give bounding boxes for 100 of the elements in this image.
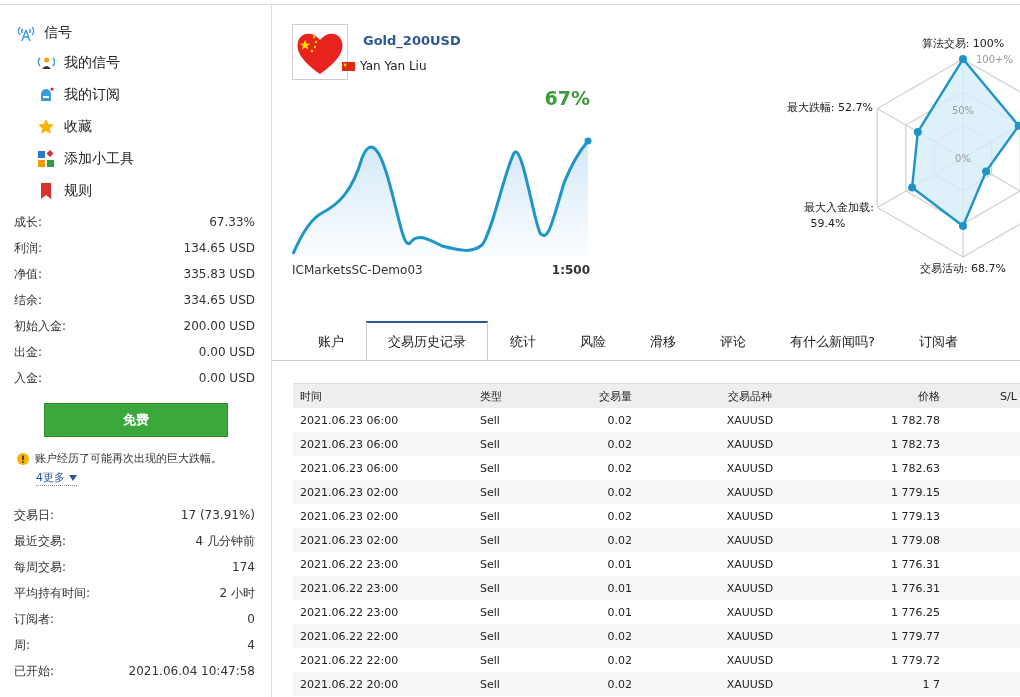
stat-label: 初始入金: — [14, 317, 67, 335]
table-cell: 0.02 — [580, 672, 640, 696]
stat-value: 334.65 USD — [183, 293, 255, 307]
table-cell: 1 779.15 — [860, 480, 948, 504]
table-cell: XAUUSD — [640, 408, 860, 432]
stat-label: 利润: — [14, 239, 43, 257]
table-cell: Sell — [480, 600, 580, 624]
table-cell: 0.02 — [580, 648, 640, 672]
stat-label: 平均持有时间: — [14, 584, 91, 602]
radar-label: 最大入金加载: — [804, 201, 874, 214]
tab[interactable]: 账户 — [296, 321, 366, 361]
table-cell: Sell — [480, 480, 580, 504]
stat-value: 67.33% — [209, 215, 255, 229]
table-cell: 2021.06.23 06:00 — [293, 456, 480, 480]
table-cell: 2021.06.22 22:00 — [293, 624, 480, 648]
author-name: Yan Yan Liu — [360, 59, 427, 73]
stat-label: 净值: — [14, 265, 43, 283]
radar-label: 59.4% — [810, 217, 846, 230]
table-cell: 0.01 — [580, 600, 640, 624]
table-cell: XAUUSD — [640, 576, 860, 600]
table-cell: 0.02 — [580, 432, 640, 456]
stat-value: 0.00 USD — [198, 371, 255, 385]
stat-label: 已开始: — [14, 662, 55, 680]
stat-label: 每周交易: — [14, 558, 67, 576]
radar-label: 交易活动: 68.7% — [919, 262, 1007, 275]
stat-label: 结余: — [14, 291, 43, 309]
stat-value: 174 — [232, 560, 255, 574]
table-cell: 2021.06.23 06:00 — [293, 408, 480, 432]
caret-icon — [69, 474, 77, 481]
sidebar-item[interactable]: 添加小工具 — [37, 143, 134, 175]
tab[interactable]: 风险 — [558, 321, 628, 361]
stat-value: 4 — [247, 638, 255, 652]
radar-tick: 0% — [955, 153, 971, 164]
table-cell: 1 776.25 — [860, 600, 948, 624]
sidebar-item[interactable]: 收藏 — [37, 111, 92, 143]
table-cell: Sell — [480, 528, 580, 552]
table-cell: 2021.06.23 06:00 — [293, 432, 480, 456]
table-cell: 0.02 — [580, 456, 640, 480]
table-cell: Sell — [480, 456, 580, 480]
column-header: 交易品种 — [640, 383, 860, 408]
table-cell: 1 779.08 — [860, 528, 948, 552]
table-cell: 1 779.77 — [860, 624, 948, 648]
table-cell: 1 782.63 — [860, 456, 948, 480]
table-cell: 2021.06.22 20:00 — [293, 672, 480, 696]
tab[interactable]: 滑移 — [628, 321, 698, 361]
antenna-icon — [17, 24, 35, 42]
column-header: 类型 — [480, 383, 580, 408]
column-header: 价格 — [860, 383, 948, 408]
table-cell: Sell — [480, 504, 580, 528]
table-cell: 1 782.78 — [860, 408, 948, 432]
table-cell: XAUUSD — [640, 432, 860, 456]
table-cell: 0.01 — [580, 576, 640, 600]
sidebar-item[interactable]: 我的信号 — [37, 47, 120, 79]
warning-icon — [17, 452, 29, 465]
warning-text: 账户经历了可能再次出现的巨大跌幅。 — [35, 451, 222, 466]
stat-value: 200.00 USD — [183, 319, 255, 333]
table-cell: XAUUSD — [640, 480, 860, 504]
stat-label: 订阅者: — [14, 610, 55, 628]
table-cell: 0.02 — [580, 408, 640, 432]
signal-title[interactable]: Gold_200USD — [363, 33, 461, 48]
stat-label: 最近交易: — [14, 532, 67, 550]
stat-label: 出金: — [14, 343, 43, 361]
table-cell: Sell — [480, 576, 580, 600]
table-cell: 2021.06.23 02:00 — [293, 504, 480, 528]
table-cell: 1 7 — [860, 672, 948, 696]
more-link[interactable]: 4更多 — [36, 470, 77, 486]
star-icon — [37, 118, 55, 136]
tab[interactable]: 统计 — [488, 321, 558, 361]
stat-value: 17 (73.91%) — [180, 508, 255, 522]
table-cell: 2021.06.22 22:00 — [293, 648, 480, 672]
table-cell: 1 776.31 — [860, 576, 948, 600]
column-header: S/L — [948, 383, 1020, 408]
table-cell: XAUUSD — [640, 648, 860, 672]
broker-name: ICMarketsSC-Demo03 — [292, 263, 423, 277]
table-cell: Sell — [480, 648, 580, 672]
table-cell: Sell — [480, 624, 580, 648]
table-cell: 2021.06.23 02:00 — [293, 480, 480, 504]
table-cell: 1 779.13 — [860, 504, 948, 528]
table-cell: 2021.06.22 23:00 — [293, 576, 480, 600]
tab[interactable]: 订阅者 — [896, 321, 980, 361]
table-cell: Sell — [480, 552, 580, 576]
growth-percent: 67% — [544, 87, 590, 109]
stat-label: 成长: — [14, 213, 43, 231]
tab[interactable]: 评论 — [698, 321, 768, 361]
tab[interactable]: 交易历史记录 — [366, 321, 488, 360]
table-cell: Sell — [480, 408, 580, 432]
table-cell: Sell — [480, 432, 580, 456]
flag-icon — [342, 61, 355, 71]
table-cell: 2021.06.22 23:00 — [293, 552, 480, 576]
table-cell: XAUUSD — [640, 624, 860, 648]
radar-label: 最大跌幅: 52.7% — [786, 101, 873, 114]
widgets-icon — [37, 150, 55, 168]
leverage: 1:500 — [551, 263, 590, 277]
table-cell: XAUUSD — [640, 456, 860, 480]
stat-value: 4 几分钟前 — [195, 532, 255, 550]
table-cell: 0.02 — [580, 480, 640, 504]
sidebar-item[interactable]: 我的订阅 — [37, 79, 120, 111]
stat-value: 0 — [247, 612, 255, 626]
sidebar-item[interactable]: 规则 — [37, 175, 92, 207]
tab[interactable]: 有什么新闻吗? — [768, 321, 897, 361]
